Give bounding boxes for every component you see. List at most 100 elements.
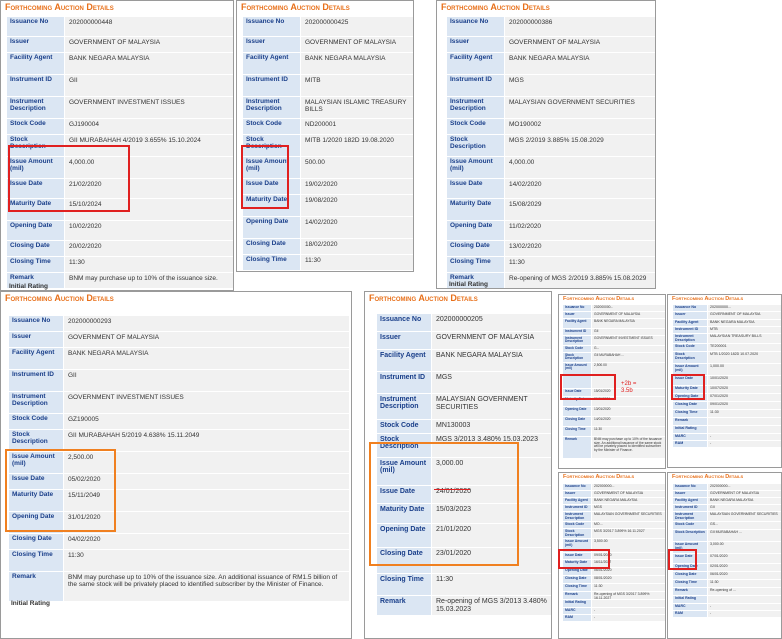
field-value: MN130003: [432, 420, 551, 433]
row-closing-time: Closing Time 11:30: [673, 580, 781, 588]
field-value: GII: [64, 370, 349, 391]
panel-title: Forthcoming Auction Details: [563, 296, 635, 302]
field-label: Issuer: [673, 491, 707, 497]
row-stock-code: Stock Code MO...: [563, 522, 665, 529]
field-label: Issuer: [243, 37, 300, 52]
field-label: Instrument Description: [673, 334, 707, 343]
field-value: [708, 596, 781, 603]
row-initial-rating: Initial Rating: [563, 600, 665, 608]
field-label: Stock Code: [563, 346, 591, 352]
row-issuance-no: Issuance No 202000000293: [9, 316, 349, 332]
field-label: Closing Date: [7, 241, 64, 256]
field-label: Facility Agent: [673, 498, 707, 504]
field-label: Stock Description: [673, 530, 707, 541]
row-stock-description: Stock Description MGS 2/2019 3.885% 15.08…: [447, 135, 655, 157]
row-stock-code: Stock Code TE200001: [673, 344, 781, 352]
panel-title: Forthcoming Auction Details: [672, 474, 744, 480]
row-ram: RAM -: [673, 441, 781, 448]
field-label: MARC: [673, 604, 707, 610]
panel-title: Forthcoming Auction Details: [5, 293, 114, 303]
field-value: BANK NEGARA MALAYSIA: [65, 53, 233, 74]
row-maturity-date: Maturity Date 15/08/2029: [447, 199, 655, 221]
field-label: Closing Date: [9, 534, 63, 549]
row-instrument-description: Instrument Description MALAYSIAN TREASURY…: [673, 334, 781, 344]
field-label: RAM: [673, 611, 707, 617]
auction-panel-p2: Forthcoming Auction Details Issuance No 20…: [236, 0, 414, 272]
field-value: MALAYSIAN GOVERNMENT SECURITIES: [708, 512, 781, 521]
highlight-box-3: [5, 449, 116, 532]
highlight-box-7: [558, 549, 610, 569]
field-label: RAM: [563, 615, 591, 621]
field-value: MITB: [301, 75, 413, 96]
field-label: Closing Time: [243, 255, 300, 270]
row-marc: MARC -: [673, 604, 781, 611]
row-instrument-description: Instrument Description MALAYSIAN GOVERNME…: [377, 394, 551, 420]
field-value: MGS 2/2019 3.885% 15.08.2029: [505, 135, 655, 156]
field-label: Initial Rating: [673, 596, 707, 603]
row-closing-time: Closing Time 11:30: [673, 410, 781, 418]
field-label: Stock Description: [447, 135, 504, 156]
row-instrument-id: Instrument ID GII: [9, 370, 349, 392]
field-value: MO...: [592, 522, 665, 528]
row-remark: Remark Re-opening of MGS 3/2017 3.899% 16…: [563, 592, 665, 600]
row-issuer: Issuer GOVERNMENT OF MALAYSIA: [563, 491, 665, 498]
row-issuance-no: Issuance No 202000000425: [243, 17, 413, 37]
row-issuance-no: Issuance No 202000000...: [673, 484, 781, 491]
initial-rating-label: Initial Rating: [449, 281, 488, 288]
field-value: 11/02/2020: [505, 221, 655, 240]
row-stock-description: Stock Description MGS 3/2017 3.899% 16.11…: [563, 529, 665, 539]
field-value: 11:30: [592, 427, 665, 436]
row-facility-agent: Facility Agent BANK NEGARA MALAYSIA: [9, 348, 349, 370]
field-value: BNM may purchase up to 10% of the issuan…: [592, 437, 665, 458]
field-label: Opening Date: [563, 407, 591, 416]
row-issuer: Issuer GOVERNMENT OF MALAYSIA: [243, 37, 413, 53]
row-closing-time: Closing Time 11:30: [563, 584, 665, 592]
field-label: Initial Rating: [673, 426, 707, 433]
highlight-box-8: [668, 549, 697, 570]
highlight-box-4: [369, 442, 519, 566]
field-label: Issuance No: [673, 484, 707, 490]
field-label: Opening Date: [7, 221, 64, 240]
field-value: 04/02/2020: [64, 534, 349, 549]
row-instrument-description: Instrument Description MALAYSIAN GOVERNME…: [563, 512, 665, 522]
field-value: MALAYSIAN GOVERNMENT SECURITIES: [505, 97, 655, 118]
field-label: Instrument ID: [9, 370, 63, 391]
field-label: Stock Code: [563, 522, 591, 528]
panel-title: Forthcoming Auction Details: [672, 296, 744, 302]
field-label: Instrument Description: [7, 97, 64, 118]
field-label: Closing Date: [447, 241, 504, 256]
field-label: Stock Description: [673, 352, 707, 363]
field-label: Instrument Description: [673, 512, 707, 521]
field-label: Instrument ID: [7, 75, 64, 96]
field-label: Closing Time: [447, 257, 504, 272]
field-value: 202000000293: [64, 316, 349, 331]
row-facility-agent: Facility Agent BANK NEGARA MALAYSIA: [673, 498, 781, 505]
field-value: Re-opening of MGS 3/2017 3.899% 16.11.20…: [592, 592, 665, 599]
row-issuance-no: Issuance No 202000000448: [7, 17, 233, 37]
row-opening-date: Opening Date 13/01/2020: [563, 407, 665, 417]
field-label: Issue Amount (mil): [447, 157, 504, 178]
field-label: Closing Time: [673, 580, 707, 587]
field-label: Issue Date: [447, 179, 504, 198]
field-value: 13/01/2020: [592, 407, 665, 416]
field-label: Closing Date: [563, 417, 591, 426]
field-value: [592, 600, 665, 607]
field-value: 14/02/2020: [505, 179, 655, 198]
row-remark: Remark Re-opening of ...: [673, 588, 781, 596]
row-instrument-id: Instrument ID GII: [563, 329, 665, 336]
row-stock-code: Stock Code ND200001: [243, 119, 413, 135]
field-value: TE200001: [708, 344, 781, 351]
field-value: -: [708, 604, 781, 610]
row-facility-agent: Facility Agent BANK NEGARA MALAYSIA: [447, 53, 655, 75]
field-label: Closing Date: [563, 576, 591, 583]
field-value: 202000000...: [592, 484, 665, 490]
field-label: Opening Date: [563, 568, 591, 575]
field-value: MITB 1/2020 182D 19.08.2020: [301, 135, 413, 156]
row-stock-code: Stock Code GZ190005: [9, 414, 349, 430]
field-label: Instrument Description: [377, 394, 431, 419]
field-value: 11:30: [708, 580, 781, 587]
field-value: 11:30: [64, 550, 349, 571]
field-value: 11:30: [592, 584, 665, 591]
auction-panel-p3: Forthcoming Auction Details Issuance No 20…: [436, 0, 656, 289]
field-value: 202000000...: [592, 305, 665, 311]
